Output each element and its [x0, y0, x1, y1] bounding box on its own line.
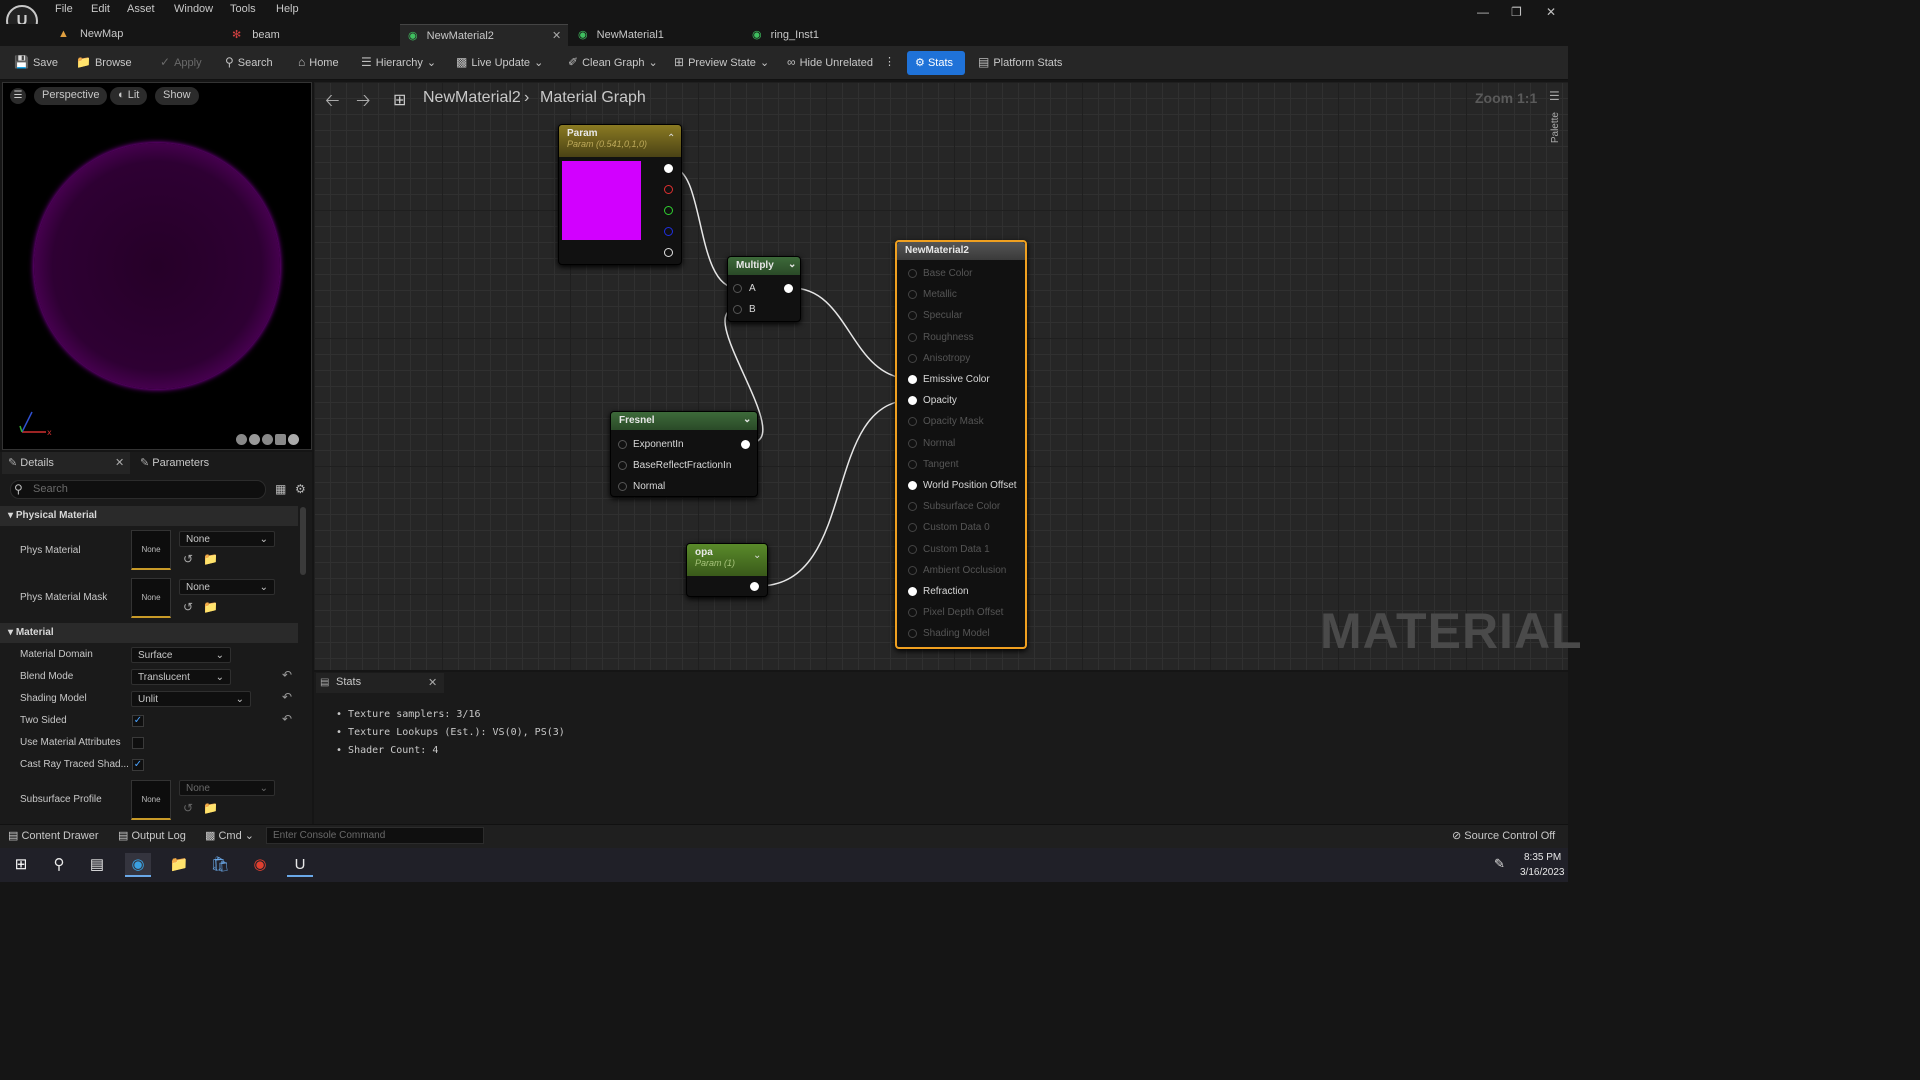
result-pin-normal[interactable] — [908, 438, 917, 448]
result-pin-label: Shading Model — [923, 628, 990, 640]
result-pin-anisotropy[interactable] — [908, 353, 917, 363]
opa-output-pin[interactable] — [750, 582, 759, 591]
unreal-editor-taskbar-icon[interactable]: U — [287, 853, 313, 877]
drawer-icon: ▤ — [8, 830, 19, 842]
chevron-down-icon: ⌄ — [743, 414, 752, 425]
stats-panel — [314, 672, 1568, 824]
fresnel-node-header: Fresnel ⌄ — [611, 412, 757, 430]
result-pin-shading-model[interactable] — [908, 629, 917, 639]
result-pin-label: Custom Data 0 — [923, 522, 990, 534]
result-pin-label: World Position Offset — [923, 480, 1017, 491]
param-rgb-output-pin[interactable] — [664, 164, 673, 173]
source-control-status[interactable]: ⊘ Source Control Off — [1452, 829, 1555, 842]
result-pin-label: Anisotropy — [923, 352, 971, 364]
result-pin-label: Subsurface Color — [923, 501, 1001, 513]
result-pin-label: Ambient Occlusion — [923, 564, 1007, 576]
result-pin-emissive-color[interactable] — [908, 375, 917, 384]
result-pin-roughness[interactable] — [908, 332, 917, 342]
param-a-output-pin[interactable] — [664, 248, 673, 257]
result-pin-label: Base Color — [923, 268, 973, 279]
taskbar-search-icon[interactable]: ⚲ — [46, 853, 72, 877]
stat-line-texture-lookups: • Texture Lookups (Est.): VS(0), PS(3) — [336, 727, 565, 738]
param-r-output-pin[interactable] — [664, 185, 673, 194]
cmd-dropdown[interactable]: ▩ Cmd ⌄ — [205, 829, 254, 842]
opa-node[interactable]: opa Param (1) ⌄ — [686, 543, 768, 597]
taskbar-time[interactable]: 8:35 PM — [1524, 852, 1561, 863]
fresnel-node[interactable]: Fresnel ⌄ ExponentIn BaseReflectFractionI… — [610, 411, 758, 497]
task-view-icon[interactable]: ▤ — [84, 853, 110, 877]
fresnel-normal-pin[interactable] — [618, 482, 627, 491]
multiply-a-input-pin[interactable] — [733, 284, 742, 293]
result-pin-opacity[interactable] — [908, 396, 917, 406]
result-pin-custom-data-1[interactable] — [908, 544, 917, 554]
result-pin-label: Pixel Depth Offset — [923, 607, 1004, 619]
result-pin-specular[interactable] — [908, 311, 917, 321]
result-pin-tangent[interactable] — [908, 459, 917, 469]
result-pin-label: Opacity Mask — [923, 416, 984, 428]
multiply-node[interactable]: Multiply ⌄ A B — [727, 256, 801, 322]
result-node-header: NewMaterial2 — [897, 242, 1025, 260]
collapse-node-icon[interactable]: ⌃ — [667, 133, 675, 144]
chevron-down-icon: ⌄ — [244, 830, 254, 842]
param-g-output-pin[interactable] — [664, 206, 673, 215]
result-pin-label: Metallic — [923, 289, 957, 301]
result-pin-label: Opacity — [923, 395, 957, 407]
chevron-down-icon: ⌄ — [788, 259, 797, 270]
edge-browser-icon[interactable]: ◉ — [125, 853, 151, 877]
result-pin-label: Specular — [923, 310, 963, 322]
stats-tab[interactable]: Stats ✕ — [316, 673, 444, 693]
result-pin-pixel-depth-offset[interactable] — [908, 608, 917, 618]
taskbar-date[interactable]: 3/16/2023 — [1520, 867, 1565, 878]
fresnel-output-pin[interactable] — [741, 440, 750, 449]
wire-opa-to-opacity — [757, 399, 913, 587]
fresnel-exponentin-pin[interactable] — [618, 440, 627, 449]
result-pin-label: Roughness — [923, 331, 974, 343]
param-b-output-pin[interactable] — [664, 227, 673, 236]
chevron-down-icon: ⌄ — [753, 550, 762, 561]
stat-line-shader-count: • Shader Count: 4 — [336, 745, 439, 756]
result-pin-subsurface-color[interactable] — [908, 502, 917, 512]
stat-line-texture-samplers: • Texture samplers: 3/16 — [336, 709, 481, 720]
result-pin-label: Emissive Color — [923, 374, 990, 385]
console-command-input[interactable]: Enter Console Command — [266, 827, 484, 844]
pen-icon[interactable]: ✎ — [1494, 856, 1505, 872]
source-control-icon: ⊘ — [1452, 830, 1462, 842]
multiply-output-pin[interactable] — [784, 284, 793, 293]
result-pin-label: Refraction — [923, 586, 969, 597]
log-icon: ▤ — [118, 830, 129, 842]
content-drawer-button[interactable]: ▤ Content Drawer — [8, 829, 99, 842]
param-node-header: Param Param (0.541,0,1,0) — [559, 125, 681, 157]
result-pin-label: Tangent — [923, 458, 959, 470]
result-pin-metallic[interactable] — [908, 290, 917, 300]
wire-multiply-to-emissive — [791, 287, 913, 380]
stats-tab-icon: ▤ — [320, 677, 330, 688]
result-pin-label: Custom Data 1 — [923, 543, 990, 555]
windows-taskbar — [0, 848, 1568, 882]
result-pin-base-color[interactable] — [908, 269, 917, 278]
material-result-node[interactable]: NewMaterial2 Base Color Metallic Specular R… — [895, 240, 1027, 649]
result-pin-label: Normal — [923, 437, 956, 449]
output-log-button[interactable]: ▤ Output Log — [118, 829, 186, 842]
multiply-node-header: Multiply ⌄ — [728, 257, 800, 275]
result-pin-refraction[interactable] — [908, 587, 917, 596]
fresnel-basereflect-pin[interactable] — [618, 461, 627, 470]
multiply-b-input-pin[interactable] — [733, 305, 742, 314]
result-pin-custom-data-0[interactable] — [908, 523, 917, 533]
result-pin-opacity-mask[interactable] — [908, 417, 917, 427]
store-icon[interactable]: 🛍 — [207, 853, 233, 877]
windows-start-icon[interactable]: ⊞ — [8, 853, 34, 877]
close-stats-icon[interactable]: ✕ — [428, 676, 437, 689]
terminal-icon: ▩ — [205, 830, 216, 842]
param-color-swatch — [562, 161, 641, 240]
result-pin-world-position-offset[interactable] — [908, 481, 917, 490]
param-node[interactable]: Param Param (0.541,0,1,0) ⌃ — [558, 124, 682, 265]
chrome-icon[interactable]: ◉ — [247, 853, 273, 877]
result-pin-ambient-occlusion[interactable] — [908, 565, 917, 575]
file-explorer-icon[interactable]: 📁 — [166, 853, 192, 877]
